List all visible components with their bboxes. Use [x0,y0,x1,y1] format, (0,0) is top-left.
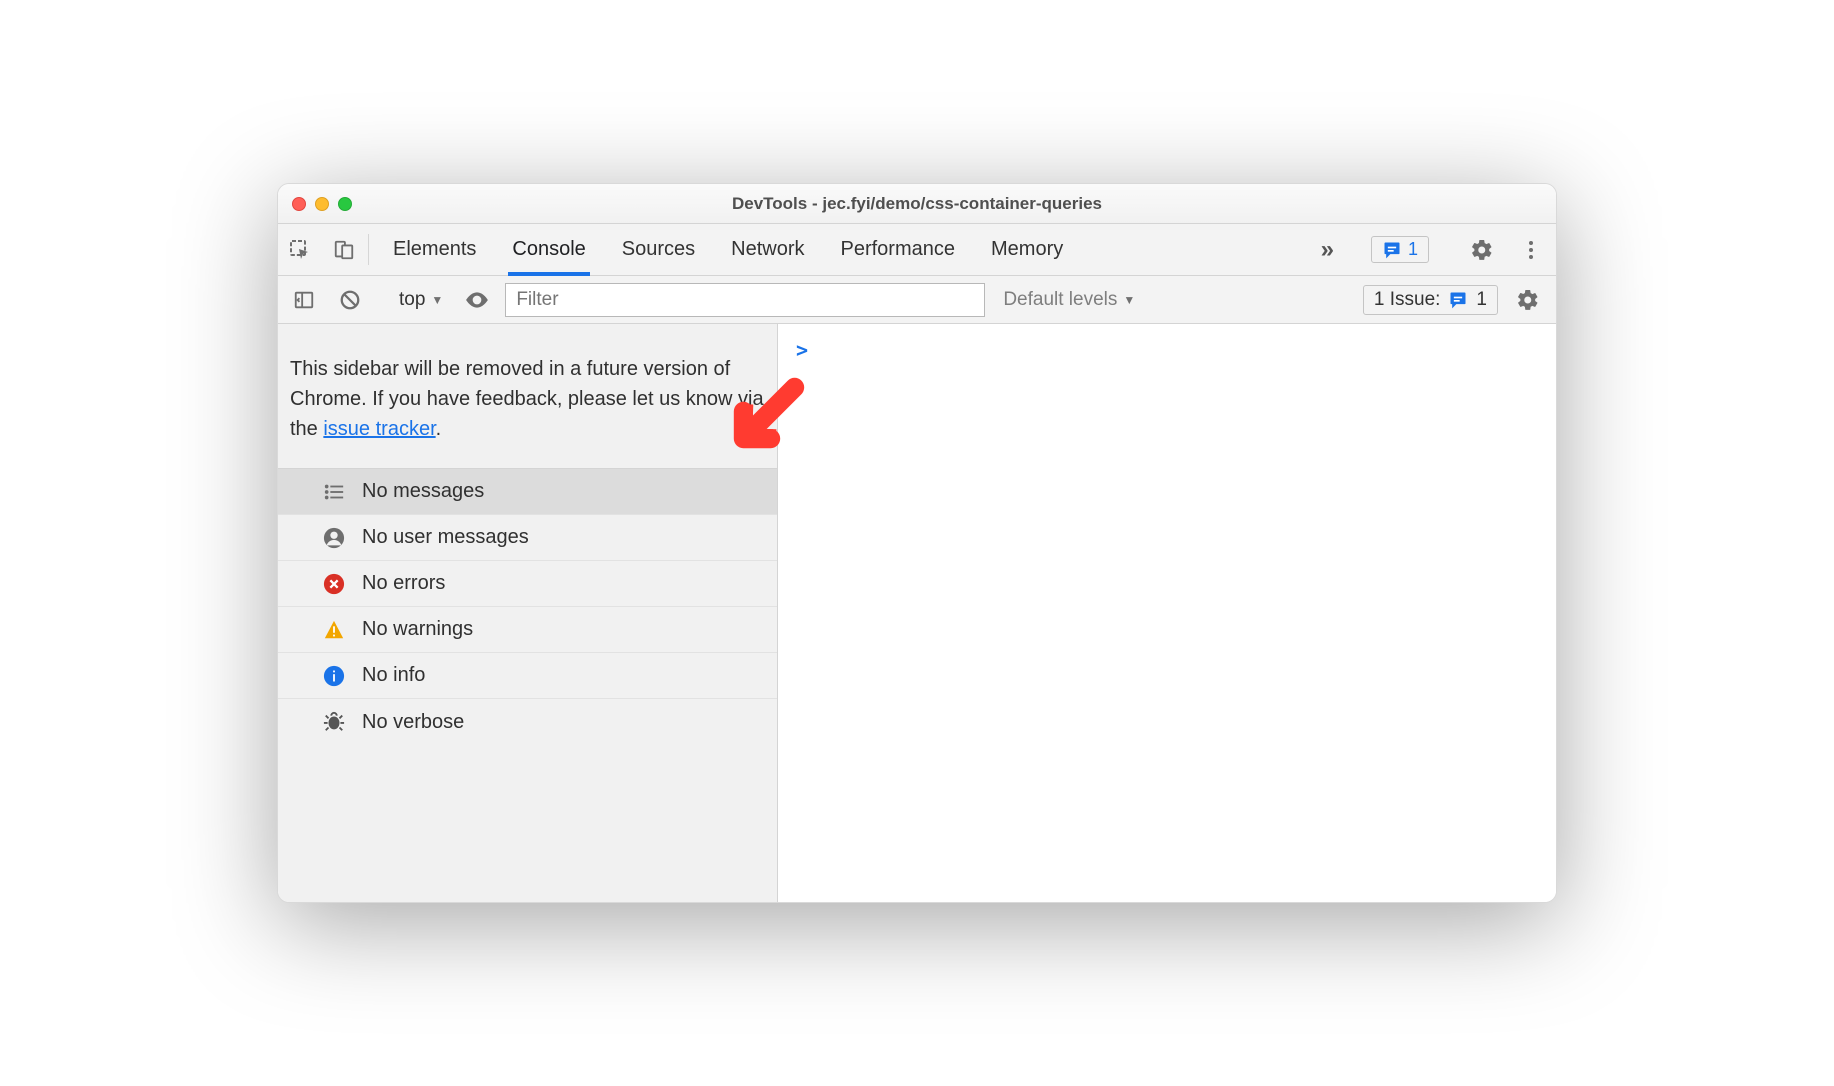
tab-performance[interactable]: Performance [841,224,956,275]
close-window-button[interactable] [292,197,306,211]
main-tabstrip: Elements Console Sources Network Perform… [278,224,1556,276]
sidebar-category-messages[interactable]: No messages [278,469,777,515]
category-label: No messages [362,480,484,503]
traffic-lights [292,197,352,211]
tabs-overflow-button[interactable]: » [1317,236,1338,264]
console-prompt: > [796,338,808,362]
clear-icon [339,289,361,311]
info-icon [322,664,346,688]
eye-icon [464,287,490,313]
sidebar-category-warnings[interactable]: No warnings [278,607,777,653]
toggle-sidebar-button[interactable] [286,282,322,318]
zoom-window-button[interactable] [338,197,352,211]
minimize-window-button[interactable] [315,197,329,211]
category-label: No info [362,664,425,687]
tab-elements[interactable]: Elements [393,224,476,275]
list-icon [322,480,346,504]
sidebar-category-errors[interactable]: No errors [278,561,777,607]
gear-icon [1470,238,1494,262]
issues-button[interactable]: 1 Issue: 1 [1363,285,1498,315]
bug-icon [322,710,346,734]
category-label: No errors [362,572,445,595]
sidebar-category-user[interactable]: No user messages [278,515,777,561]
category-label: No verbose [362,711,464,734]
error-icon [322,572,346,596]
issues-label: 1 Issue: [1374,289,1441,311]
sidebar-category-info[interactable]: No info [278,653,777,699]
clear-console-button[interactable] [332,282,368,318]
console-body: This sidebar will be removed in a future… [278,324,1556,902]
message-icon [1448,290,1468,310]
category-label: No user messages [362,526,529,549]
notice-text-post: . [436,418,442,440]
user-icon [322,526,346,550]
device-toolbar-icon[interactable] [322,224,366,275]
settings-button[interactable] [1462,238,1502,262]
console-output[interactable]: > [778,324,1556,902]
window-title: DevTools - jec.fyi/demo/css-container-qu… [278,194,1556,214]
filter-input[interactable] [505,283,985,317]
more-options-button[interactable] [1516,241,1546,259]
tab-console[interactable]: Console [512,224,585,275]
sidebar-category-verbose[interactable]: No verbose [278,699,777,745]
dropdown-icon: ▼ [1123,293,1135,307]
main-tabs: Elements Console Sources Network Perform… [371,224,1317,275]
console-toolbar: top ▼ Default levels ▼ 1 Issue: 1 [278,276,1556,324]
deprecation-notice: This sidebar will be removed in a future… [278,324,777,468]
tab-sources[interactable]: Sources [622,224,695,275]
titlebar: DevTools - jec.fyi/demo/css-container-qu… [278,184,1556,224]
messages-chip[interactable]: 1 [1371,236,1429,263]
console-sidebar: This sidebar will be removed in a future… [278,324,778,902]
message-icon [1382,240,1402,260]
console-settings-button[interactable] [1508,288,1548,312]
devtools-window: DevTools - jec.fyi/demo/css-container-qu… [277,183,1557,903]
log-levels-selector[interactable]: Default levels ▼ [1003,289,1135,311]
inspect-element-icon[interactable] [278,224,322,275]
tabstrip-right: » 1 [1317,224,1556,275]
issue-tracker-link[interactable]: issue tracker [323,418,435,440]
execution-context-selector[interactable]: top ▼ [393,289,449,311]
context-label: top [399,289,425,311]
gear-icon [1516,288,1540,312]
messages-count: 1 [1408,239,1418,260]
separator [368,234,369,265]
live-expression-button[interactable] [459,282,495,318]
levels-label: Default levels [1003,289,1117,311]
sidebar-toggle-icon [293,289,315,311]
issues-count: 1 [1476,289,1487,311]
warning-icon [322,618,346,642]
tab-network[interactable]: Network [731,224,804,275]
dropdown-icon: ▼ [431,293,443,307]
tab-memory[interactable]: Memory [991,224,1063,275]
category-label: No warnings [362,618,473,641]
